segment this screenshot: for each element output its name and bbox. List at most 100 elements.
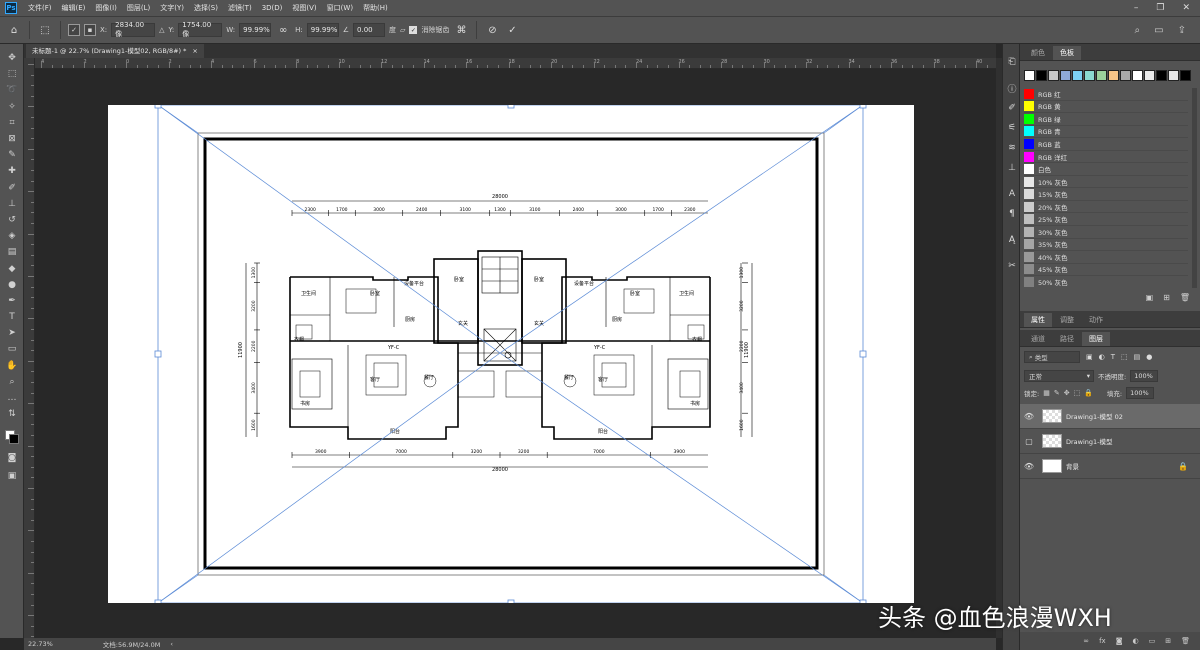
pen-tool-icon[interactable]: ✒ bbox=[0, 293, 24, 309]
handle-bottom-center[interactable] bbox=[507, 599, 515, 603]
swatch-list-item[interactable]: RGB 洋红 bbox=[1024, 151, 1188, 164]
swatch-chip[interactable] bbox=[1036, 70, 1047, 81]
link-icon[interactable]: ∞ bbox=[1083, 637, 1089, 645]
lock-position-icon[interactable]: ✥ bbox=[1064, 389, 1070, 397]
path-selection-tool-icon[interactable]: ➤ bbox=[0, 325, 24, 341]
move-tool-icon[interactable]: ✥ bbox=[0, 50, 24, 66]
edit-toolbar-icon[interactable]: ⇅ bbox=[0, 406, 24, 422]
menu-edit[interactable]: 编辑(E) bbox=[57, 0, 91, 16]
swatch-chip[interactable] bbox=[1144, 70, 1155, 81]
menu-file[interactable]: 文件(F) bbox=[23, 0, 57, 16]
y-field[interactable]: 1754.00 像 bbox=[178, 21, 223, 38]
swatch-list-item[interactable]: 白色 bbox=[1024, 163, 1188, 176]
new-group-icon[interactable]: ▣ bbox=[1146, 293, 1154, 307]
swatch-list-item[interactable]: 30% 灰色 bbox=[1024, 226, 1188, 239]
handle-bottom-right[interactable] bbox=[859, 599, 867, 603]
delta-icon[interactable]: △ bbox=[159, 26, 164, 34]
menu-select[interactable]: 选择(S) bbox=[189, 0, 223, 16]
close-window-icon[interactable]: ✕ bbox=[1182, 3, 1190, 13]
antialias-checkbox[interactable]: ✓ bbox=[409, 26, 418, 34]
fx-icon[interactable]: fx bbox=[1099, 637, 1106, 645]
search-icon[interactable]: ⌕ bbox=[1135, 25, 1141, 36]
commit-transform-icon[interactable]: ✓ bbox=[504, 22, 520, 38]
character-panel-icon[interactable]: A bbox=[1003, 184, 1021, 204]
group-icon[interactable]: ▭ bbox=[1149, 637, 1156, 645]
glyphs-panel-icon[interactable]: Ą bbox=[1003, 230, 1021, 250]
zoom-tool-icon[interactable]: ⌕ bbox=[0, 374, 24, 390]
menu-help[interactable]: 帮助(H) bbox=[358, 0, 393, 16]
swatch-chip[interactable] bbox=[1132, 70, 1143, 81]
eraser-tool-icon[interactable]: ◈ bbox=[0, 228, 24, 244]
swatch-list-item[interactable]: 15% 灰色 bbox=[1024, 188, 1188, 201]
quick-mask-icon[interactable]: ◙ bbox=[0, 450, 24, 466]
swatch-chip[interactable] bbox=[1168, 70, 1179, 81]
skew-icon[interactable]: ▱ bbox=[400, 26, 405, 34]
tab-layers[interactable]: 图层 bbox=[1082, 332, 1110, 346]
lock-icon[interactable]: 🔒 bbox=[1178, 462, 1188, 471]
tab-adjustments[interactable]: 调整 bbox=[1053, 313, 1081, 327]
swatch-scrollbar[interactable] bbox=[1192, 88, 1197, 288]
brushes-panel-icon[interactable]: ✐ bbox=[1003, 98, 1021, 118]
blend-mode-select[interactable]: 正常 ▾ bbox=[1024, 370, 1094, 382]
layer-row[interactable]: 👁 背景 🔒 bbox=[1020, 454, 1200, 479]
handle-top-left[interactable] bbox=[154, 105, 162, 109]
clone-source-icon[interactable]: ⊥ bbox=[1003, 158, 1021, 178]
history-brush-tool-icon[interactable]: ↺ bbox=[0, 212, 24, 228]
swatch-chip[interactable] bbox=[1096, 70, 1107, 81]
dodge-tool-icon[interactable]: ● bbox=[0, 277, 24, 293]
info-panel-icon[interactable]: ⓘ bbox=[1003, 78, 1021, 98]
lock-transparent-icon[interactable]: ▦ bbox=[1043, 389, 1050, 397]
tool-presets-icon[interactable]: ✂ bbox=[1003, 256, 1021, 276]
swatch-chip[interactable] bbox=[1120, 70, 1131, 81]
link-ratio-icon[interactable]: ∞ bbox=[275, 22, 291, 38]
type-tool-icon[interactable]: T bbox=[0, 309, 24, 325]
brush-tool-icon[interactable]: ✐ bbox=[0, 180, 24, 196]
tab-channels[interactable]: 通道 bbox=[1024, 332, 1052, 346]
tool-preset-icon[interactable]: ⬚ bbox=[37, 22, 53, 38]
swatch-list-item[interactable]: 25% 灰色 bbox=[1024, 213, 1188, 227]
history-panel-icon[interactable]: ⎗ bbox=[1003, 52, 1021, 72]
document-info[interactable]: 文档:56.9M/24.0M bbox=[63, 639, 161, 649]
menu-3d[interactable]: 3D(D) bbox=[257, 0, 288, 16]
hand-tool-icon[interactable]: ✋ bbox=[0, 358, 24, 374]
angle-field[interactable]: 0.00 bbox=[353, 23, 386, 37]
background-color-swatch[interactable] bbox=[9, 434, 19, 444]
menu-layer[interactable]: 图层(L) bbox=[122, 0, 155, 16]
new-swatch-icon[interactable]: ⊞ bbox=[1163, 293, 1170, 307]
swatch-list-item[interactable]: RGB 青 bbox=[1024, 126, 1188, 139]
new-layer-icon[interactable]: ⊞ bbox=[1165, 637, 1171, 645]
eyedropper-tool-icon[interactable]: ✎ bbox=[0, 147, 24, 163]
smart-object-filter-icon[interactable]: ▤ bbox=[1134, 353, 1141, 361]
delete-swatch-icon[interactable]: 🗑 bbox=[1180, 293, 1190, 307]
swatch-chip[interactable] bbox=[1072, 70, 1083, 81]
reference-point-grid-icon[interactable]: ▪ bbox=[84, 24, 96, 36]
screen-mode-icon[interactable]: ▣ bbox=[0, 468, 24, 484]
warp-icon[interactable]: ⌘ bbox=[453, 22, 469, 38]
menu-filter[interactable]: 滤镜(T) bbox=[223, 0, 257, 16]
more-tools-icon[interactable]: … bbox=[0, 390, 24, 406]
lock-artboard-icon[interactable]: ⬚ bbox=[1074, 389, 1081, 397]
menu-window[interactable]: 窗口(W) bbox=[322, 0, 358, 16]
swatch-list-item[interactable]: RGB 黄 bbox=[1024, 101, 1188, 114]
handle-middle-left[interactable] bbox=[154, 350, 162, 358]
frame-tool-icon[interactable]: ⊠ bbox=[0, 131, 24, 147]
lasso-tool-icon[interactable]: ➰ bbox=[0, 82, 24, 98]
status-menu-icon[interactable]: ‹ bbox=[170, 640, 173, 648]
tab-color[interactable]: 颜色 bbox=[1024, 46, 1052, 60]
pixel-filter-icon[interactable]: ▣ bbox=[1086, 353, 1093, 361]
tab-swatches[interactable]: 色板 bbox=[1053, 46, 1081, 60]
eye-icon[interactable]: 👁 bbox=[1020, 412, 1038, 421]
rectangle-tool-icon[interactable]: ▭ bbox=[0, 341, 24, 357]
swatch-list-item[interactable]: 45% 灰色 bbox=[1024, 264, 1188, 277]
marquee-tool-icon[interactable]: ⬚ bbox=[0, 66, 24, 82]
swatch-chip[interactable] bbox=[1156, 70, 1167, 81]
menu-image[interactable]: 图像(I) bbox=[90, 0, 122, 16]
layer-name[interactable]: Drawing1-模型 bbox=[1066, 436, 1113, 446]
vertical-ruler[interactable] bbox=[24, 58, 35, 638]
zoom-level[interactable]: 22.73% bbox=[28, 640, 53, 648]
close-tab-icon[interactable]: × bbox=[192, 44, 197, 58]
brush-settings-icon[interactable]: ≋ bbox=[1003, 138, 1021, 158]
cancel-transform-icon[interactable]: ⊘ bbox=[484, 22, 500, 38]
tab-actions[interactable]: 动作 bbox=[1082, 313, 1110, 327]
fill-field[interactable]: 100% bbox=[1126, 387, 1155, 399]
